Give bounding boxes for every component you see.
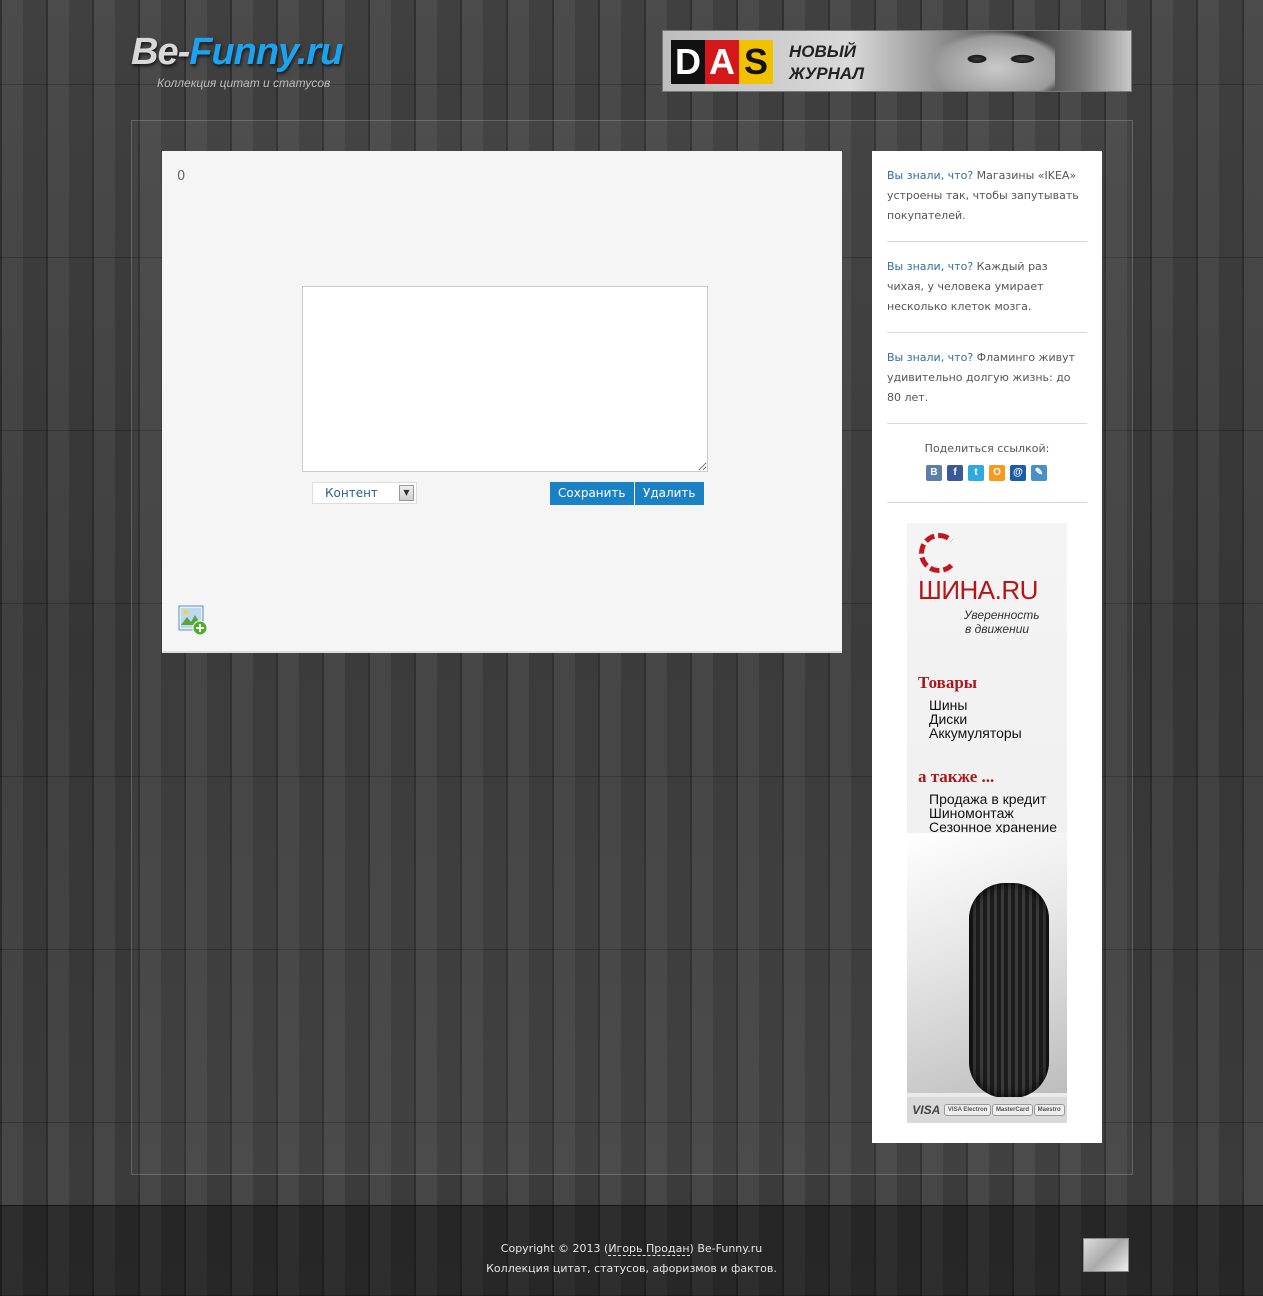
save-button[interactable]: Сохранить (550, 482, 634, 505)
sidebar: Вы знали, что? Магазины «IKEA» устроены … (872, 151, 1102, 1143)
fact-item: Вы знали, что? Фламинго живут удивительн… (887, 348, 1087, 408)
footer-text: Copyright © 2013 (Игорь Продан) Be-Funny… (0, 1239, 1263, 1279)
item-counter: 0 (177, 169, 186, 184)
share-icons: B f t O @ ✎ (926, 465, 1047, 481)
copyright-suffix: ) Be-Funny.ru (689, 1242, 763, 1255)
mailru-icon[interactable]: @ (1010, 465, 1026, 481)
payment-logos: VISA VISA Electron MasterCard Maestro (907, 1097, 1067, 1123)
content-type-select[interactable]: Контент ▼ (312, 482, 417, 504)
top-banner-ad[interactable]: D A S НОВЫЙ ЖУРНАЛ (662, 30, 1132, 92)
divider (887, 423, 1087, 424)
logo-title-part2: Funny.ru (189, 31, 343, 73)
tire-image (969, 883, 1049, 1098)
visa-electron-logo: VISA Electron (943, 1104, 992, 1116)
shina-also-heading: а также ... (918, 767, 995, 786)
logo-tagline: Коллекция цитат и статусов (157, 76, 331, 90)
logo-title: Be-Funny.ru (131, 30, 351, 74)
shina-logo-icon (919, 533, 959, 573)
das-letter-s: S (739, 40, 773, 84)
shina-also-item: Продажа в кредит (929, 791, 1047, 807)
shina-goods-list: Шины Диски Аккумуляторы (929, 698, 1022, 740)
content-textarea[interactable] (302, 286, 708, 472)
shina-also-item: Шиномонтаж (929, 805, 1014, 821)
shina-slogan-line2: в движении (965, 622, 1030, 636)
shina-also-list: Продажа в кредит Шиномонтаж Сезонное хра… (929, 792, 1057, 834)
banner-text-line1: НОВЫЙ (789, 42, 857, 61)
twitter-icon[interactable]: t (968, 465, 984, 481)
divider (887, 241, 1087, 242)
footer-tagline: Коллекция цитат, статусов, афоризмов и ф… (486, 1262, 777, 1275)
author-link[interactable]: Игорь Продан (608, 1242, 690, 1256)
fact-question-link[interactable]: Вы знали, что? (887, 169, 973, 182)
maestro-logo: Maestro (1033, 1104, 1065, 1116)
add-image-icon[interactable] (178, 605, 208, 636)
das-letter-a: A (705, 40, 739, 84)
shina-slogan-line1: Уверенность (964, 608, 1040, 622)
site-logo[interactable]: Be-Funny.ru Коллекция цитат и статусов (131, 30, 351, 95)
facebook-icon[interactable]: f (947, 465, 963, 481)
banner-text: НОВЫЙ ЖУРНАЛ (789, 41, 864, 85)
das-letter-d: D (671, 40, 705, 84)
banner-text-line2: ЖУРНАЛ (789, 64, 865, 83)
shina-goods-item: Диски (929, 711, 968, 727)
mastercard-logo: MasterCard (992, 1104, 1034, 1116)
shina-brand: ШИНА.RU (918, 575, 1038, 605)
vkontakte-icon[interactable]: B (926, 465, 942, 481)
visa-logo: VISA (912, 1103, 941, 1117)
fact-item: Вы знали, что? Магазины «IKEA» устроены … (887, 166, 1087, 226)
fact-question-link[interactable]: Вы знали, что? (887, 351, 973, 364)
chevron-down-icon[interactable]: ▼ (399, 485, 414, 501)
copyright-prefix: Copyright © 2013 ( (500, 1242, 609, 1255)
divider (887, 332, 1087, 333)
divider (887, 502, 1087, 503)
shina-also-item: Сезонное хранение (929, 819, 1057, 835)
select-value: Контент (325, 486, 378, 500)
share-label: Поделиться ссылкой: (924, 442, 1050, 455)
delete-button[interactable]: Удалить (635, 482, 704, 505)
shina-goods-heading: Товары (918, 673, 978, 692)
footer: Copyright © 2013 (Игорь Продан) Be-Funny… (0, 1205, 1263, 1296)
livejournal-icon[interactable]: ✎ (1031, 465, 1047, 481)
logo-title-part1: Be- (131, 31, 190, 73)
counter-badge-icon[interactable] (1083, 1238, 1129, 1272)
content-panel: 0 Контент ▼ Сохранить Удалить (162, 151, 842, 653)
fact-item: Вы знали, что? Каждый раз чихая, у челов… (887, 257, 1087, 317)
banner-face-image (925, 31, 1055, 91)
odnoklassniki-icon[interactable]: O (989, 465, 1005, 481)
das-logo: D A S (671, 40, 773, 84)
shina-goods-item: Аккумуляторы (929, 725, 1022, 741)
shina-ad-banner[interactable]: ШИНА.RU Уверенность в движении Товары Ши… (907, 523, 1067, 1123)
shina-goods-item: Шины (929, 697, 968, 713)
copyright-line: Copyright © 2013 (Игорь Продан) Be-Funny… (0, 1239, 1263, 1259)
shina-slogan: Уверенность в движении (964, 608, 1040, 636)
fact-question-link[interactable]: Вы знали, что? (887, 260, 973, 273)
